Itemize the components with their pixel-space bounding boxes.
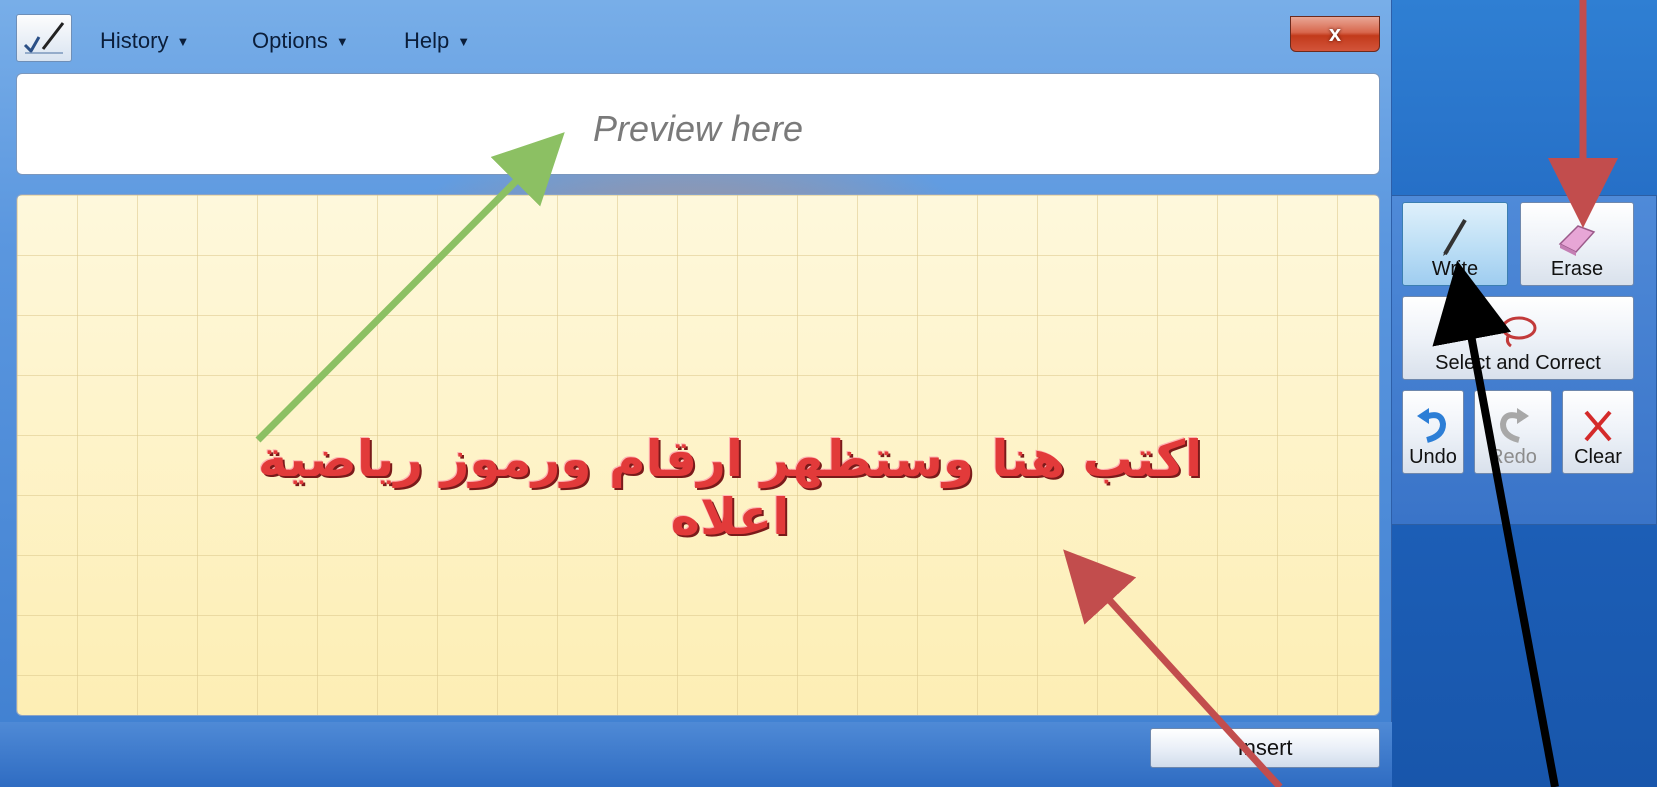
insert-button[interactable]: Insert [1150,728,1380,768]
annotation-text: اكتب هنا وستظهر ارقام ورموز رياضية اعلاه [257,430,1203,546]
clear-button[interactable]: Clear [1562,390,1634,474]
title-bar: History ▼ Options ▼ Help ▼ x [0,0,1392,72]
close-button[interactable]: x [1290,16,1380,52]
undo-label: Undo [1409,446,1457,468]
x-icon [1578,404,1618,446]
preview-area: Preview here [16,73,1380,175]
select-label: Select and Correct [1435,352,1601,374]
undo-icon [1413,404,1453,446]
math-input-window: History ▼ Options ▼ Help ▼ x Preview her… [0,0,1392,787]
preview-placeholder: Preview here [592,108,804,149]
undo-button[interactable]: Undo [1402,390,1464,474]
menu-history[interactable]: History ▼ [100,28,189,54]
select-and-correct-button[interactable]: Select and Correct [1402,296,1634,380]
redo-icon [1493,404,1533,446]
erase-button[interactable]: Erase [1520,202,1634,286]
chevron-down-icon: ▼ [176,33,190,49]
menu-options[interactable]: Options ▼ [252,28,349,54]
insert-label: Insert [1237,735,1293,760]
redo-button[interactable]: Redo [1474,390,1552,474]
close-icon: x [1328,21,1342,46]
erase-label: Erase [1550,258,1604,280]
chevron-down-icon: ▼ [335,33,349,49]
menu-history-label: History [100,28,169,53]
clear-label: Clear [1574,446,1622,468]
pen-icon [1435,214,1475,258]
tool-panel: Write Erase Select and Correct Undo Redo… [1392,195,1657,525]
eraser-icon [1554,218,1600,258]
math-input-icon [16,14,72,62]
write-label: Write [1431,258,1479,280]
redo-label: Redo [1489,446,1537,468]
lasso-icon [1495,312,1541,352]
write-button[interactable]: Write [1402,202,1508,286]
menu-options-label: Options [252,28,328,53]
menu-help[interactable]: Help ▼ [404,28,470,54]
menu-help-label: Help [404,28,450,53]
chevron-down-icon: ▼ [457,33,471,49]
